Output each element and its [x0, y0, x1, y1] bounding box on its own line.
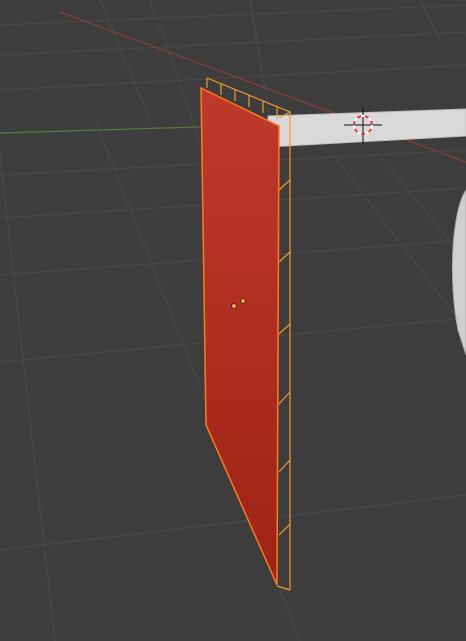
- 3d-viewport[interactable]: [0, 0, 466, 641]
- horizontal-bar-object[interactable]: [267, 108, 466, 148]
- object-origin-dot: [240, 298, 246, 304]
- object-origin-dot: [231, 303, 237, 309]
- y-axis-line: [0, 125, 231, 134]
- viewport-canvas[interactable]: [0, 0, 466, 641]
- partial-object[interactable]: [451, 189, 466, 356]
- selected-panel-object[interactable]: [200, 86, 280, 586]
